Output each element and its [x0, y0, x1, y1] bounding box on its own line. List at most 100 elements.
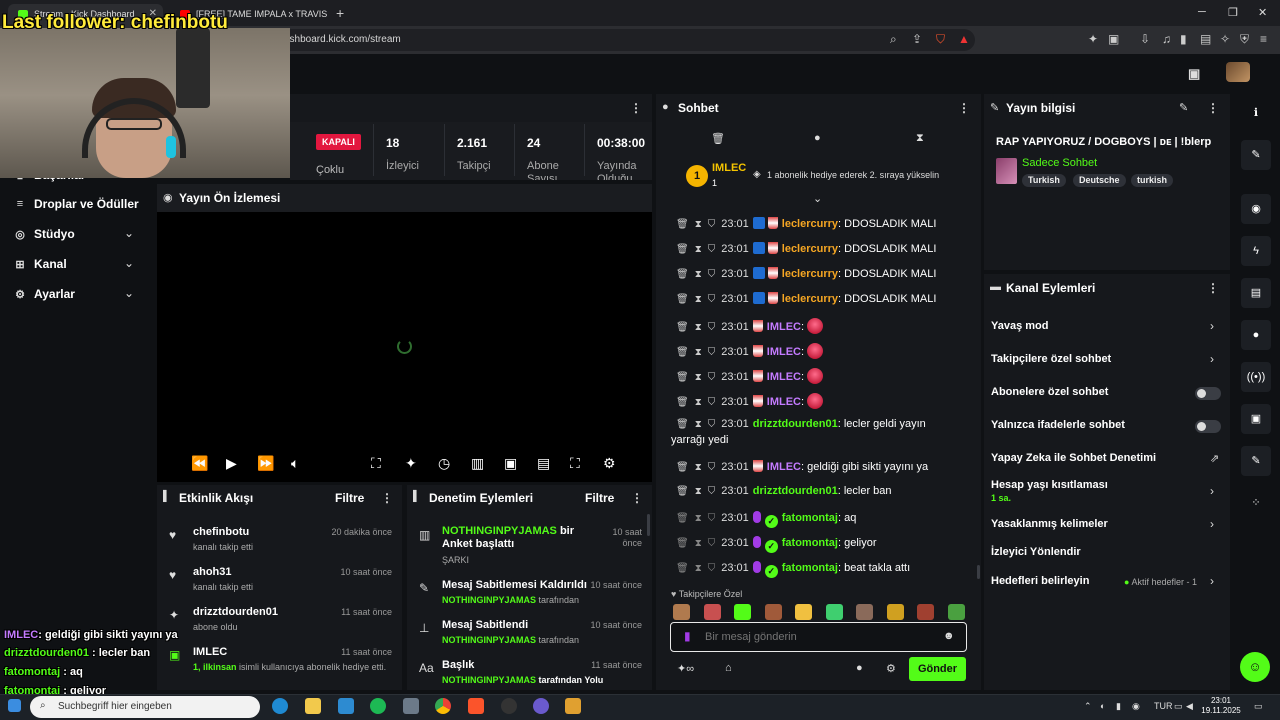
chat-message-input[interactable] [705, 628, 935, 646]
ban-icon[interactable]: ⛉ [708, 419, 716, 430]
chat-bubble-icon[interactable]: ● [856, 662, 863, 674]
sidebar-item-studio[interactable]: ◎ Stüdyo [14, 227, 74, 241]
chat-username[interactable]: fatomontaj [782, 512, 838, 524]
chat-message[interactable]: 🗑︎ ⧗ ⛉ 23:01 leclercurry: DDOSLADIK MALI [676, 242, 936, 255]
clip-icon[interactable]: ⛶ [371, 455, 381, 472]
chat-username[interactable]: leclercurry [782, 243, 838, 255]
chevron-down-icon[interactable]: ⌄ [813, 192, 822, 205]
edge-icon[interactable] [272, 698, 288, 714]
address-url[interactable]: ashboard.kick.com/stream [284, 34, 401, 45]
tray-app-icon[interactable]: ◐ [1100, 701, 1105, 711]
timeout-icon[interactable]: ⧗ [695, 538, 702, 549]
timeout-icon[interactable]: ⧗ [695, 419, 702, 430]
fullscreen-icon[interactable]: ⛶ [570, 455, 580, 472]
timeout-icon[interactable]: ⧗ [695, 462, 702, 473]
trash-icon[interactable]: 🗑︎ [676, 397, 689, 408]
edit-icon[interactable]: ✎ [1179, 101, 1188, 114]
emote-avatar-icon[interactable] [947, 604, 965, 620]
timeout-icon[interactable]: ⧗ [695, 269, 702, 280]
chat-message[interactable]: 🗑︎ ⧗ ⛉ 23:01 IMLEC: geldiği gibi sikti yayın… [676, 460, 928, 473]
chat-scrollbar[interactable] [977, 565, 980, 579]
pencil-icon[interactable]: ✎ [1241, 140, 1271, 170]
channel-actions-more-icon[interactable]: ⋮ [1207, 281, 1219, 295]
chevron-down-icon[interactable]: ⌄ [124, 286, 134, 300]
external-link-icon[interactable]: ⇗ [1210, 452, 1219, 465]
subscribers-only-toggle[interactable] [1195, 387, 1221, 400]
emote-avatar-icon[interactable] [703, 604, 721, 620]
ban-icon[interactable]: ⛉ [708, 219, 716, 230]
slow-mode-row[interactable]: Yavaş mod [991, 320, 1048, 332]
extensions-icon[interactable]: ✦ [1088, 32, 1098, 46]
moderation-more-icon[interactable]: ⋮ [631, 491, 643, 505]
timeout-icon[interactable]: ⧗ [695, 486, 702, 497]
obs-icon[interactable] [501, 698, 517, 714]
trash-icon[interactable]: 🗑︎ [676, 244, 689, 255]
ban-icon[interactable]: ⛉ [708, 486, 716, 497]
trash-icon[interactable]: 🗑︎ [676, 269, 689, 280]
zoom-icon[interactable]: ⌕ [890, 32, 897, 47]
brave-icon[interactable] [468, 698, 484, 714]
timeout-icon[interactable]: ⧗ [695, 322, 702, 333]
send-button[interactable]: Gönder [909, 657, 966, 681]
ban-icon[interactable]: ⛉ [708, 538, 716, 549]
menu-icon[interactable]: ≡ [1260, 32, 1267, 46]
ban-icon[interactable]: ⛉ [708, 294, 716, 305]
trash-icon[interactable]: 🗑︎ [676, 486, 689, 497]
trash-icon[interactable]: 🗑︎ [676, 563, 689, 574]
category-name[interactable]: Sadece Sohbet [1022, 157, 1097, 169]
info-icon[interactable]: ℹ [1241, 98, 1271, 128]
theater-icon[interactable]: ▤ [537, 455, 550, 472]
chat-username[interactable]: fatomontaj [782, 537, 838, 549]
chat-username[interactable]: IMLEC [767, 321, 801, 333]
chat-username[interactable]: IMLEC [767, 371, 801, 383]
chevron-right-icon[interactable]: › [1210, 352, 1214, 366]
studio-mode-icon[interactable]: ▣ [1188, 66, 1200, 82]
account-age-row[interactable]: Hesap yaşı kısıtlaması [991, 479, 1108, 491]
trash-icon[interactable]: 🗑︎ [711, 132, 725, 145]
ban-icon[interactable]: ⛉ [708, 347, 716, 358]
ban-icon[interactable]: ⛉ [708, 513, 716, 524]
close-window-icon[interactable]: ✕ [1258, 6, 1267, 19]
chat-message[interactable]: 🗑︎ ⧗ ⛉ 23:01 IMLEC: [676, 393, 824, 409]
chat-username[interactable]: fatomontaj [782, 562, 838, 574]
chat-username[interactable]: IMLEC [767, 346, 801, 358]
emote-avatar-icon[interactable] [825, 604, 843, 620]
host-viewers-row[interactable]: İzleyici Yönlendir [991, 546, 1081, 558]
play-icon[interactable]: ▶ [226, 455, 237, 472]
chat-username[interactable]: leclercurry [782, 218, 838, 230]
ai-moderation-row[interactable]: Yapay Zeka ile Sohbet Denetimi [991, 452, 1156, 464]
trash-icon[interactable]: 🗑︎ [676, 538, 689, 549]
timeout-icon[interactable]: ⧗ [695, 294, 702, 305]
stats-icon[interactable]: ▥ [471, 455, 484, 472]
chat-message[interactable]: 🗑︎ ⧗ ⛉ 23:01 ✓ fatomontaj: geliyor [676, 536, 877, 553]
new-tab-icon[interactable]: + [336, 5, 344, 21]
windows-start-icon[interactable] [8, 699, 21, 712]
effects-icon[interactable]: ✦∞ [677, 662, 694, 675]
rewind-icon[interactable]: ⏪ [191, 455, 208, 472]
chat-message[interactable]: 🗑︎ ⧗ ⛉ 23:01 ✓ fatomontaj: aq [676, 511, 856, 528]
file-explorer-icon[interactable] [305, 698, 321, 714]
banned-words-row[interactable]: Yasaklanmış kelimeler [991, 518, 1108, 530]
chat-message[interactable]: 🗑︎ ⧗ ⛉ 23:01 IMLEC: [676, 318, 824, 334]
wallet-icon[interactable]: ▤ [1200, 32, 1211, 46]
store-icon[interactable]: ⌂ [725, 662, 732, 674]
volume-tray-icon[interactable]: ◀ [1186, 701, 1193, 712]
hourglass-icon[interactable]: ⧗ [916, 132, 924, 145]
chat-username[interactable]: IMLEC [767, 396, 801, 408]
sidebar-item-settings[interactable]: ⚙ Ayarlar [14, 287, 75, 301]
screenshot-icon[interactable]: ▣ [1108, 32, 1119, 46]
chat-username[interactable]: drizztdourden01 [753, 418, 838, 430]
stream-header-more-icon[interactable]: ⋮ [630, 101, 642, 115]
timeout-icon[interactable]: ⧗ [695, 513, 702, 524]
sidebar-item-drops[interactable]: ≡ Droplar ve Ödüller [14, 197, 139, 211]
wrench-rail-icon[interactable]: ✎ [1241, 446, 1271, 476]
chat-more-icon[interactable]: ⋮ [958, 101, 970, 115]
trash-icon[interactable]: 🗑︎ [676, 372, 689, 383]
broadcast-icon[interactable]: ((•)) [1241, 362, 1271, 392]
app-icon[interactable] [533, 698, 549, 714]
document-icon[interactable]: ▤ [1241, 278, 1271, 308]
emote-avatar-icon[interactable] [856, 604, 873, 620]
chevron-right-icon[interactable]: › [1210, 484, 1214, 498]
trash-icon[interactable]: 🗑︎ [676, 419, 689, 430]
trash-icon[interactable]: 🗑︎ [676, 513, 689, 524]
